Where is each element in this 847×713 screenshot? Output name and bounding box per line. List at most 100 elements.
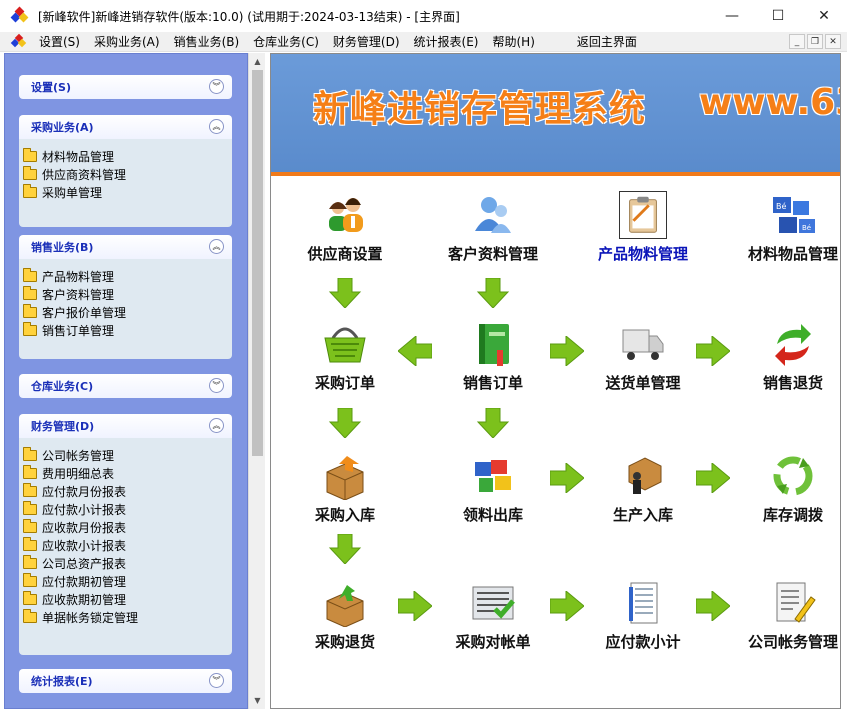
sidebar-group-header[interactable]: 仓库业务(C) ︾ <box>19 374 232 398</box>
sidebar-group-purchase: 采购业务(A) ︽ 材料物品管理 供应商资料管理 采购单管理 <box>19 115 232 227</box>
customer-icon <box>469 191 517 239</box>
menu-return-main[interactable]: 返回主界面 <box>570 33 644 50</box>
flow-node-sales-order[interactable]: 销售订单 <box>423 320 563 393</box>
menu-bar: 设置(S) 采购业务(A) 销售业务(B) 仓库业务(C) 财务管理(D) 统计… <box>0 32 847 52</box>
collapse-chevron-icon[interactable]: ︽ <box>209 119 224 134</box>
title-bar: [新峰软件]新峰进销存软件(版本:10.0) (试用期于:2024-03-13结… <box>0 0 847 32</box>
sidebar-item[interactable]: 应付款期初管理 <box>19 572 232 590</box>
sidebar-item[interactable]: 供应商资料管理 <box>19 165 232 183</box>
sidebar-item[interactable]: 费用明细总表 <box>19 464 232 482</box>
flow-node-purchase-in[interactable]: 采购入库 <box>275 452 415 525</box>
expand-chevron-icon[interactable]: ︾ <box>209 79 224 94</box>
collapse-chevron-icon[interactable]: ︽ <box>209 418 224 433</box>
flow-node-label: 销售退货 <box>762 374 823 392</box>
minimize-button[interactable]: — <box>709 0 755 32</box>
flow-node-label: 领料出库 <box>462 506 523 524</box>
menu-settings[interactable]: 设置(S) <box>32 33 87 50</box>
worker-box-icon <box>619 452 667 500</box>
mdi-minimize-button[interactable]: _ <box>789 34 805 49</box>
sidebar-group-header[interactable]: 采购业务(A) ︽ <box>19 115 232 139</box>
scroll-thumb[interactable] <box>252 70 263 456</box>
folder-icon <box>23 446 37 461</box>
arrow-right-icon <box>696 591 730 621</box>
menu-sales[interactable]: 销售业务(B) <box>167 33 247 50</box>
sidebar-item[interactable]: 材料物品管理 <box>19 147 232 165</box>
svg-text:Bé: Bé <box>776 201 786 211</box>
flow-node-delivery[interactable]: 送货单管理 <box>573 320 713 393</box>
sidebar-group-header[interactable]: 统计报表(E) ︾ <box>19 669 232 693</box>
sidebar-item[interactable]: 应收款期初管理 <box>19 590 232 608</box>
sidebar-item[interactable]: 应收款月份报表 <box>19 518 232 536</box>
mdi-restore-button[interactable]: ❐ <box>807 34 823 49</box>
flow-node-product[interactable]: 产品物料管理 <box>573 191 713 264</box>
flow-node-payable[interactable]: 应付款小计 <box>573 579 713 652</box>
sidebar-item[interactable]: 公司总资产报表 <box>19 554 232 572</box>
flow-node-purchase-return[interactable]: 采购退货 <box>275 579 415 652</box>
mdi-close-button[interactable]: ✕ <box>825 34 841 49</box>
maximize-button[interactable]: ☐ <box>755 0 801 32</box>
book-icon <box>469 320 517 368</box>
banner: 新峰进销存管理系统 www.63 <box>271 54 840 176</box>
sidebar-item[interactable]: 应收款小计报表 <box>19 536 232 554</box>
sidebar-item[interactable]: 应付款小计报表 <box>19 500 232 518</box>
flow-node-label: 供应商设置 <box>307 245 383 263</box>
arrow-down-icon <box>328 278 362 308</box>
scroll-down-arrow-icon[interactable]: ▼ <box>249 692 266 709</box>
flow-node-label: 送货单管理 <box>605 374 681 392</box>
collapse-chevron-icon[interactable]: ︽ <box>209 239 224 254</box>
flow-node-sales-return[interactable]: 销售退货 <box>723 320 840 393</box>
recycle-icon <box>769 452 817 500</box>
flow-node-reconciliation[interactable]: 采购对帐单 <box>423 579 563 652</box>
svg-text:Bé: Bé <box>802 224 811 232</box>
sidebar-group-header[interactable]: 销售业务(B) ︽ <box>19 235 232 259</box>
blocks-icon: Bé Bé <box>769 191 817 239</box>
menu-warehouse[interactable]: 仓库业务(C) <box>246 33 326 50</box>
flow-node-label: 销售订单 <box>462 374 523 392</box>
scroll-up-arrow-icon[interactable]: ▲ <box>249 53 266 70</box>
arrow-right-icon <box>550 336 584 366</box>
sidebar-group-title: 设置(S) <box>31 81 71 94</box>
sidebar-item[interactable]: 销售订单管理 <box>19 321 232 339</box>
menu-purchase[interactable]: 采购业务(A) <box>87 33 167 50</box>
sidebar-item[interactable]: 采购单管理 <box>19 183 232 201</box>
sidebar-group-header[interactable]: 设置(S) ︾ <box>19 75 232 99</box>
expand-chevron-icon[interactable]: ︾ <box>209 378 224 393</box>
flow-node-customer[interactable]: 客户资料管理 <box>423 191 563 264</box>
folder-icon <box>23 464 37 479</box>
sidebar-panel: 设置(S) ︾ 采购业务(A) ︽ 材料物品管理 供应商资料管理 采购单管理 销… <box>4 53 248 709</box>
main-workspace: 新峰进销存管理系统 www.63 供应商设置 客户资料管理 产品物料管理 BéB… <box>270 53 841 709</box>
flow-node-company-accounts[interactable]: 公司帐务管理 <box>723 579 840 652</box>
folder-icon <box>23 608 37 623</box>
mdi-logo-icon[interactable] <box>10 33 27 49</box>
folder-icon <box>23 183 37 198</box>
folder-icon <box>23 590 37 605</box>
arrow-down-icon <box>476 278 510 308</box>
menu-reports[interactable]: 统计报表(E) <box>407 33 486 50</box>
flow-node-purchase-order[interactable]: 采购订单 <box>275 320 415 393</box>
sidebar-scrollbar[interactable]: ▲ ▼ <box>248 53 265 709</box>
flow-node-material[interactable]: Bé Bé 材料物品管理 <box>723 191 840 264</box>
arrow-right-icon <box>398 591 432 621</box>
flow-node-supplier[interactable]: 供应商设置 <box>275 191 415 264</box>
sidebar-item[interactable]: 公司帐务管理 <box>19 446 232 464</box>
sidebar-item[interactable]: 应付款月份报表 <box>19 482 232 500</box>
sidebar-item[interactable]: 单据帐务锁定管理 <box>19 608 232 626</box>
folder-icon <box>23 165 37 180</box>
menu-help[interactable]: 帮助(H) <box>485 33 541 50</box>
flow-node-material-out[interactable]: 领料出库 <box>423 452 563 525</box>
sidebar-group-header[interactable]: 财务管理(D) ︽ <box>19 414 232 438</box>
close-button[interactable]: ✕ <box>801 0 847 32</box>
folder-icon <box>23 518 37 533</box>
flow-node-transfer[interactable]: 库存调拨 <box>723 452 840 525</box>
flow-node-label: 材料物品管理 <box>747 245 838 263</box>
menu-finance[interactable]: 财务管理(D) <box>326 33 407 50</box>
flow-node-production-in[interactable]: 生产入库 <box>573 452 713 525</box>
folder-icon <box>23 482 37 497</box>
sidebar-item[interactable]: 产品物料管理 <box>19 267 232 285</box>
sidebar-item[interactable]: 客户资料管理 <box>19 285 232 303</box>
arrow-right-icon <box>696 336 730 366</box>
sidebar-group-warehouse: 仓库业务(C) ︾ <box>19 374 232 398</box>
expand-chevron-icon[interactable]: ︾ <box>209 673 224 688</box>
sidebar-item[interactable]: 客户报价单管理 <box>19 303 232 321</box>
sidebar-group-title: 销售业务(B) <box>31 241 94 254</box>
